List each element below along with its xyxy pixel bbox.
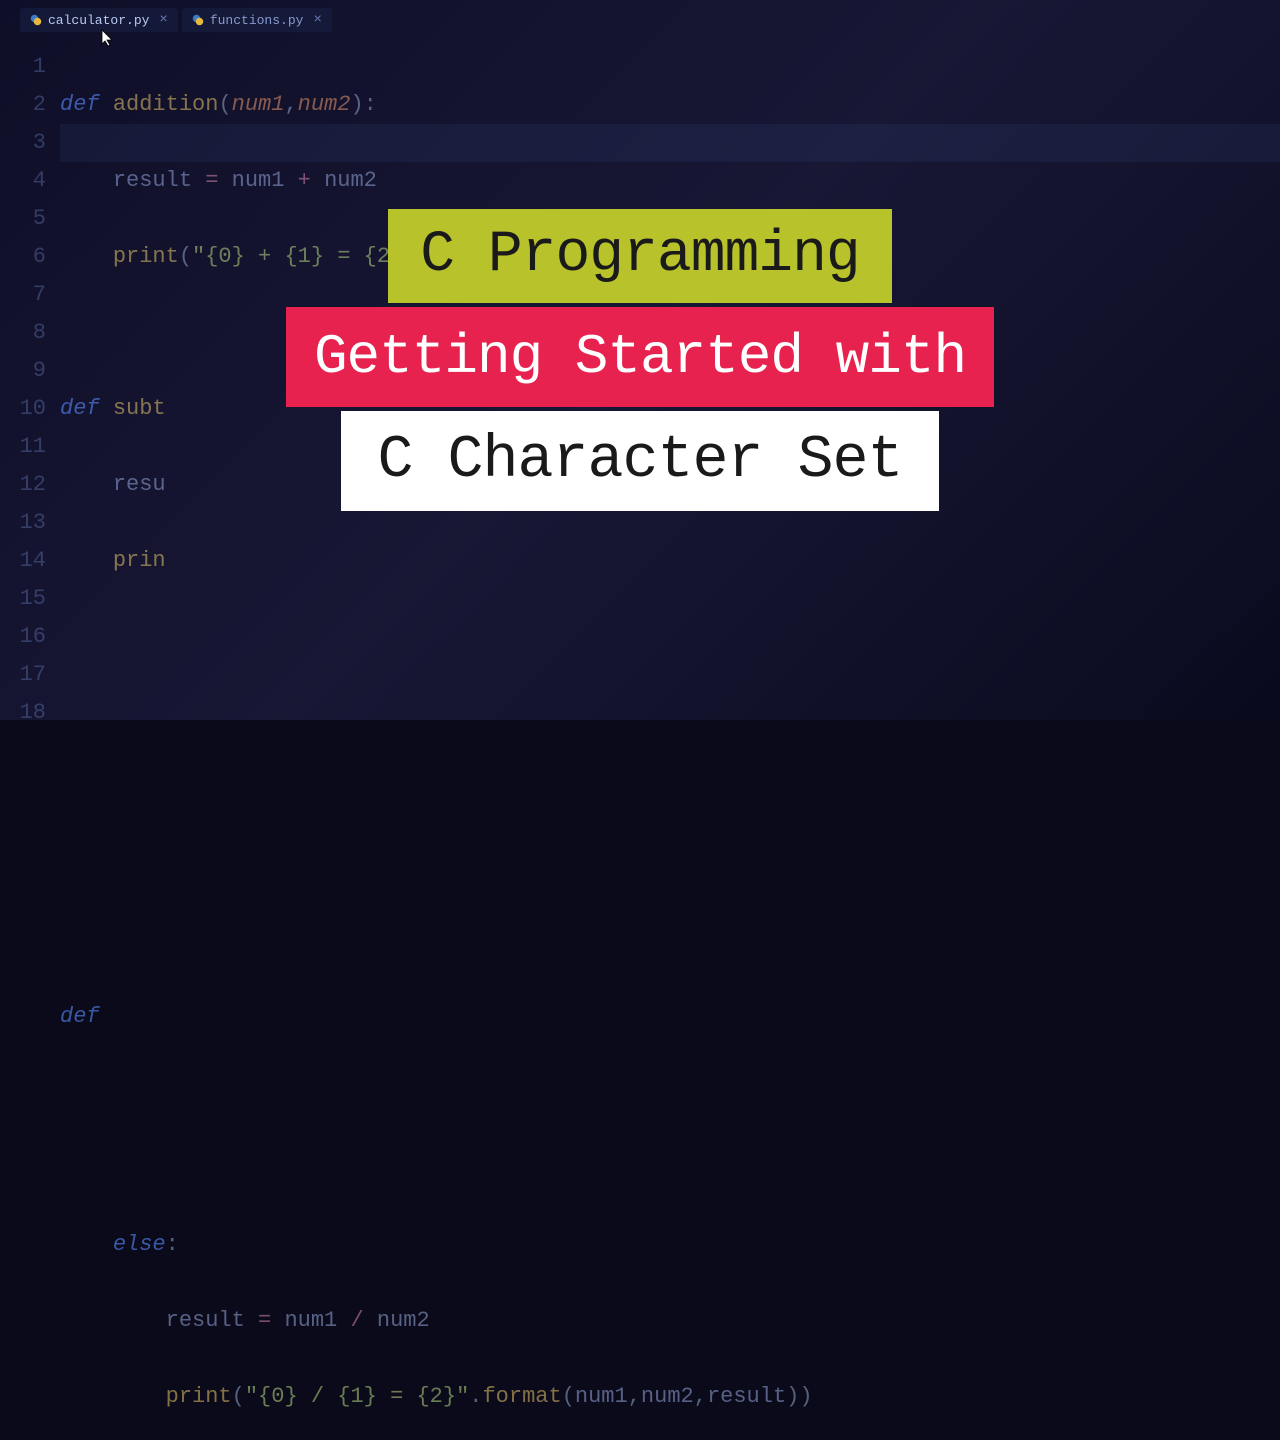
- code-line[interactable]: [60, 1150, 1280, 1188]
- code-line[interactable]: print("{0} / {1} = {2}".format(num1,num2…: [60, 1378, 1280, 1416]
- code-line[interactable]: result = num1 / num2: [60, 1302, 1280, 1340]
- overlay-title-1: C Programming: [388, 209, 891, 303]
- code-line[interactable]: def: [60, 998, 1280, 1036]
- code-line[interactable]: else:: [60, 1226, 1280, 1264]
- overlay-title-2: Getting Started with: [286, 307, 994, 407]
- code-line[interactable]: [60, 770, 1280, 808]
- overlay-title-3: C Character Set: [341, 411, 938, 511]
- code-line[interactable]: [60, 846, 1280, 884]
- code-line[interactable]: [60, 922, 1280, 960]
- code-line[interactable]: [60, 1074, 1280, 1112]
- title-overlay: C Programming Getting Started with C Cha…: [0, 0, 1280, 720]
